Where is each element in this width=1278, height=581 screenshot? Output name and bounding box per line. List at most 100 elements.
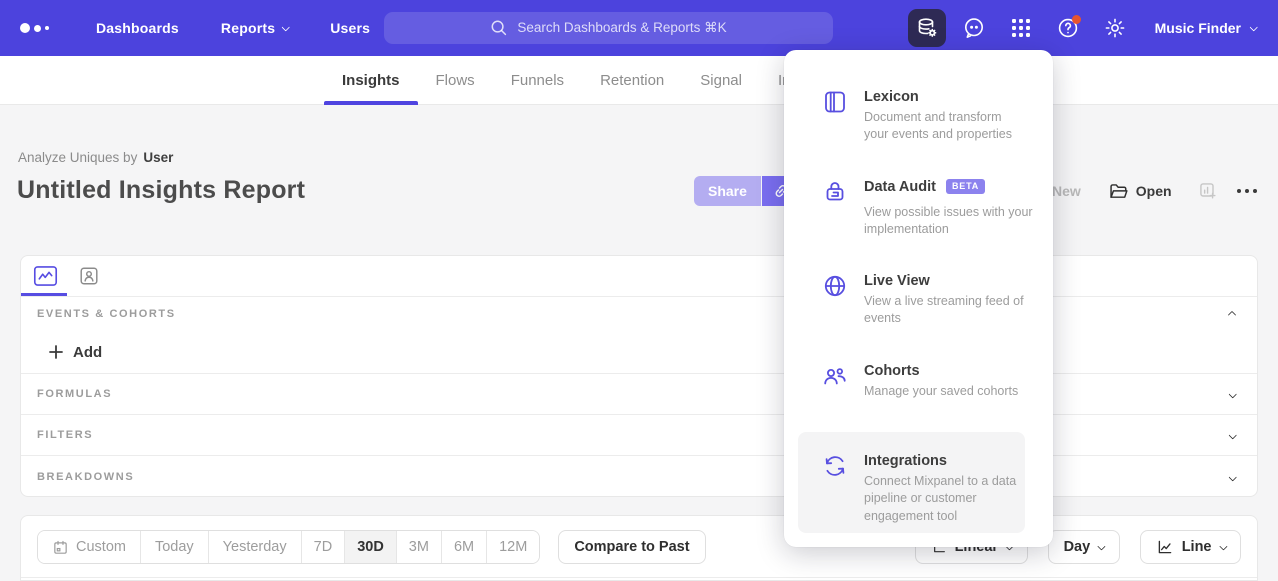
page-title[interactable]: Untitled Insights Report (17, 176, 305, 205)
range-12m[interactable]: 12M (486, 531, 539, 563)
menu-item-live-view[interactable]: Live View View a live streaming feed of … (822, 273, 1034, 328)
range-label: 6M (454, 539, 474, 555)
menu-item-desc: Manage your saved cohorts (864, 383, 1046, 400)
menu-item-integrations[interactable]: Integrations Connect Mixpanel to a data … (822, 453, 1034, 525)
data-management-button[interactable] (908, 9, 946, 47)
menu-item-data-audit[interactable]: Data Audit BETA View possible issues wit… (822, 179, 1034, 239)
range-label: Custom (76, 539, 126, 555)
range-label: Yesterday (223, 539, 287, 555)
section-label: FILTERS (37, 429, 93, 441)
menu-item-title: Lexicon (864, 89, 1020, 105)
chart-type-label: Line (1182, 539, 1212, 555)
range-30d[interactable]: 30D (344, 531, 396, 563)
compare-to-past-button[interactable]: Compare to Past (558, 530, 705, 564)
add-label: Add (73, 344, 102, 361)
menu-item-desc: View possible issues with your implement… (864, 204, 1050, 239)
nav-right-icons: Music Finder (908, 9, 1256, 47)
menu-item-title: Data Audit (864, 179, 936, 195)
chart-tab-icon (33, 265, 58, 287)
section-label: FORMULAS (37, 388, 112, 400)
search-placeholder: Search Dashboards & Reports ⌘K (517, 20, 726, 36)
menu-item-desc: Document and transform your events and p… (864, 109, 1020, 144)
chevron-down-icon[interactable] (1228, 390, 1236, 398)
nav-dashboards[interactable]: Dashboards (96, 20, 179, 36)
notification-dot (1072, 15, 1081, 24)
section-breakdowns[interactable]: BREAKDOWNS (21, 456, 1257, 497)
active-tab-underline (21, 293, 67, 296)
search-input[interactable]: Search Dashboards & Reports ⌘K (384, 12, 833, 44)
tab-flows[interactable]: Flows (418, 56, 493, 104)
mixpanel-logo-icon[interactable] (20, 23, 66, 33)
section-events-cohorts[interactable]: EVENTS & COHORTS (21, 297, 1257, 331)
tab-label: Funnels (511, 72, 564, 89)
project-selector[interactable]: Music Finder (1155, 20, 1256, 36)
settings-button[interactable] (1096, 9, 1134, 47)
tab-insights[interactable]: Insights (324, 56, 418, 104)
apps-menu-button[interactable] (1002, 9, 1040, 47)
person-tab-icon (78, 265, 100, 287)
chevron-down-icon[interactable] (1228, 473, 1236, 481)
section-formulas[interactable]: FORMULAS (21, 374, 1257, 415)
range-custom[interactable]: Custom (38, 531, 140, 563)
chart-type-dropdown[interactable]: Line (1140, 530, 1241, 564)
add-to-dashboard-button[interactable] (1198, 181, 1218, 201)
feedback-button[interactable] (955, 9, 993, 47)
tab-funnels[interactable]: Funnels (493, 56, 582, 104)
chevron-up-icon[interactable] (1228, 311, 1236, 319)
menu-item-cohorts[interactable]: Cohorts Manage your saved cohorts (822, 363, 1034, 400)
data-management-dropdown: Lexicon Document and transform your even… (784, 50, 1053, 547)
tab-label: Flows (436, 72, 475, 89)
tab-label: Signal (700, 72, 742, 89)
report-subtitle: Analyze Uniques by User (18, 150, 173, 165)
events-add-row: Add (21, 331, 1257, 374)
integrations-icon (822, 453, 848, 525)
section-filters[interactable]: FILTERS (21, 415, 1257, 456)
live-view-icon (822, 273, 848, 328)
folder-icon (1108, 181, 1129, 202)
nav-users[interactable]: Users (330, 20, 370, 36)
subtitle-prefix: Analyze Uniques by (18, 150, 137, 165)
range-3m[interactable]: 3M (396, 531, 441, 563)
chevron-down-icon (282, 23, 290, 31)
tab-profiles-view[interactable] (78, 265, 100, 287)
range-yesterday[interactable]: Yesterday (208, 531, 301, 563)
menu-item-desc: Connect Mixpanel to a data pipeline or c… (864, 473, 1026, 525)
gear-icon (1103, 16, 1127, 40)
chevron-down-icon (1249, 23, 1257, 31)
nav-reports[interactable]: Reports (221, 20, 288, 36)
menu-item-lexicon[interactable]: Lexicon Document and transform your even… (822, 89, 1034, 144)
range-label: 3M (409, 539, 429, 555)
tab-signal[interactable]: Signal (682, 56, 760, 104)
tab-retention[interactable]: Retention (582, 56, 682, 104)
menu-item-title: Integrations (864, 453, 1026, 469)
new-report-button[interactable]: New (1052, 183, 1081, 199)
add-to-board-icon (1198, 181, 1218, 201)
tab-label: Insights (342, 72, 400, 89)
tab-events-view[interactable] (33, 265, 58, 287)
menu-item-desc: View a live streaming feed of events (864, 293, 1042, 328)
share-button[interactable]: Share (694, 176, 761, 206)
range-today[interactable]: Today (140, 531, 208, 563)
range-6m[interactable]: 6M (441, 531, 486, 563)
menu-item-title: Cohorts (864, 363, 1046, 379)
compare-label: Compare to Past (574, 539, 689, 555)
add-event-button[interactable]: Add (49, 344, 102, 361)
search-icon (490, 19, 508, 37)
database-gear-icon (914, 15, 940, 41)
more-options-button[interactable] (1237, 176, 1258, 206)
report-tabbar: Insights Flows Funnels Retention Signal … (0, 56, 1278, 105)
open-label: Open (1136, 183, 1172, 199)
cohorts-icon (822, 363, 848, 400)
interval-dropdown[interactable]: Day (1048, 530, 1120, 564)
open-report-button[interactable]: Open (1108, 181, 1172, 202)
top-navigation: Dashboards Reports Users Search Dashboar… (0, 0, 1278, 56)
section-label: EVENTS & COHORTS (37, 308, 176, 320)
project-name: Music Finder (1155, 20, 1241, 36)
range-7d[interactable]: 7D (301, 531, 345, 563)
data-audit-icon (822, 179, 848, 239)
subtitle-entity[interactable]: User (143, 150, 173, 165)
plus-icon (49, 345, 63, 359)
chevron-down-icon[interactable] (1228, 431, 1236, 439)
range-label: 7D (314, 539, 333, 555)
help-button[interactable] (1049, 9, 1087, 47)
